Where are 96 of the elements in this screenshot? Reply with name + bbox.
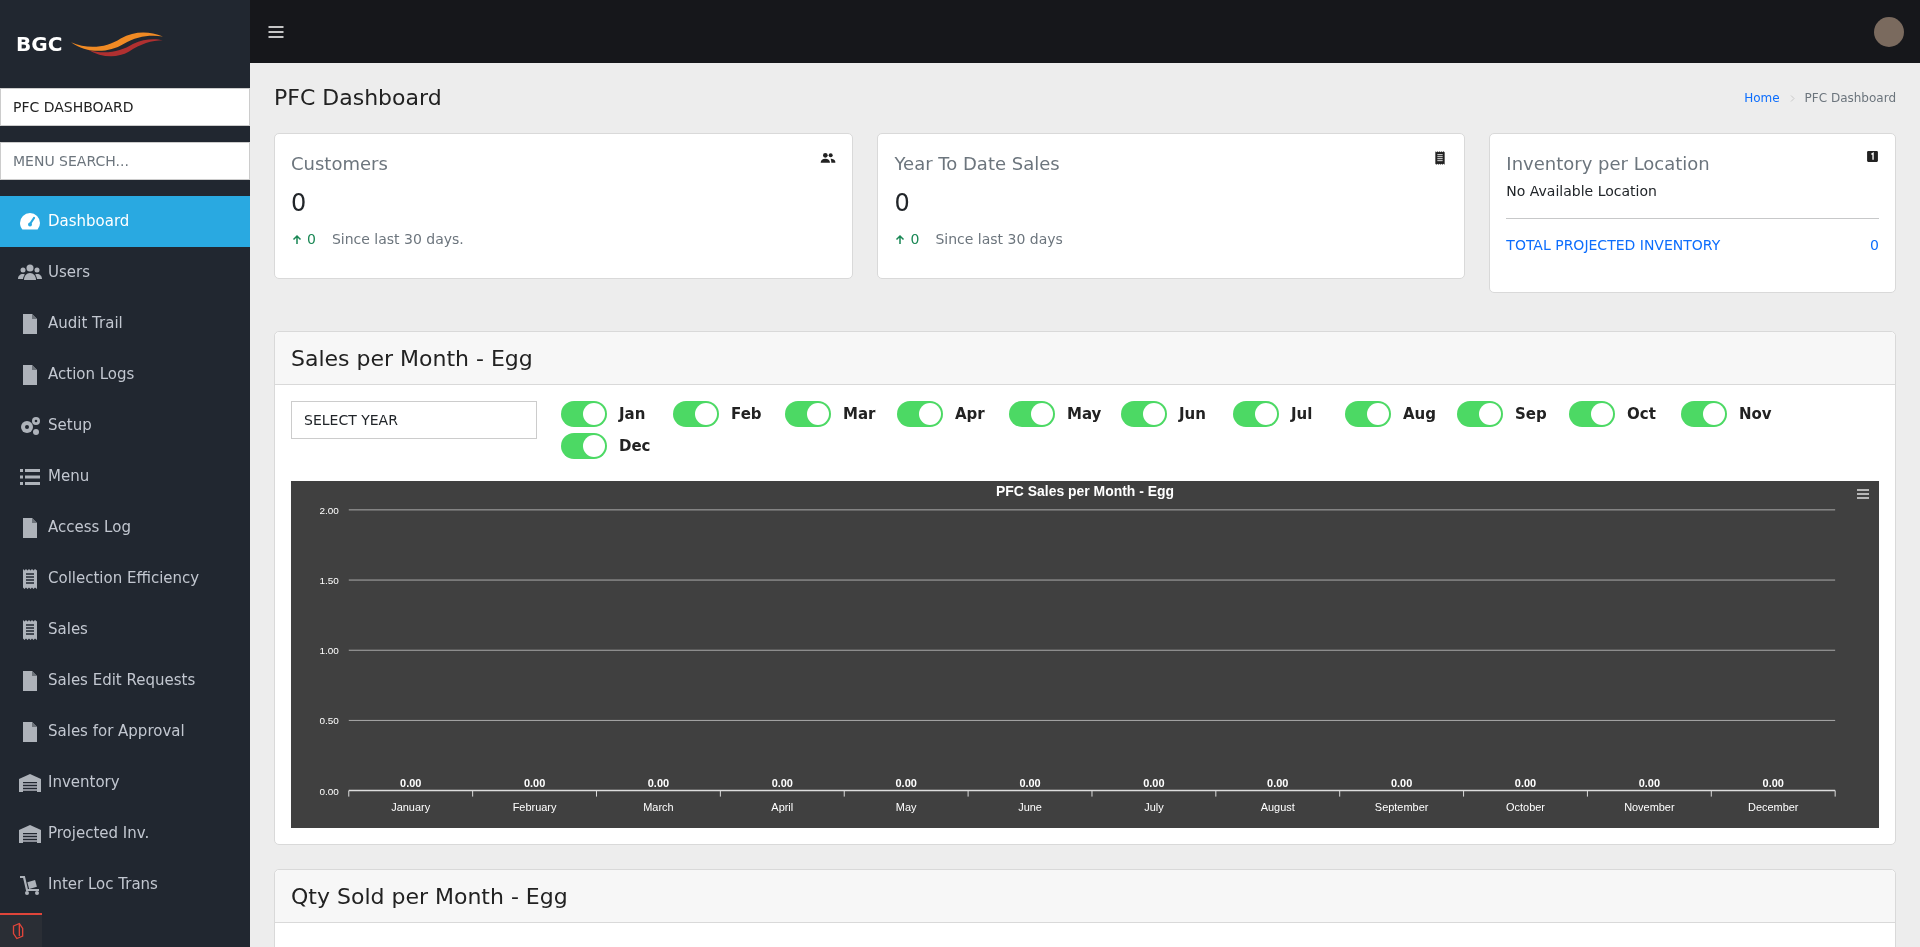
chart-title: PFC Sales per Month - Egg [996,482,1174,499]
month-toggle[interactable] [561,401,607,427]
numbered-square-icon [1866,150,1879,163]
month-toggle[interactable] [1009,401,1055,427]
month-toggle[interactable] [673,401,719,427]
panel-title: Qty Sold per Month - Egg [275,870,1895,924]
total-inventory-value: 0 [1870,236,1879,255]
toggle-label: Nov [1739,403,1773,425]
y-tick-label: 0.00 [319,785,339,797]
dashboard-field[interactable]: PFC DASHBOARD [0,88,250,126]
toggle-label: Apr [955,403,986,425]
card-title: Year To Date Sales [894,152,1060,176]
x-axis-label: April [771,800,794,813]
sidebar-item[interactable]: Sales for Approval [0,706,250,757]
data-label: 0.00 [771,776,793,789]
data-label: 0.00 [647,776,670,789]
x-axis-label: September [1374,800,1429,813]
total-inventory-link[interactable]: TOTAL PROJECTED INVENTORY [1506,235,1721,256]
chart-menu-button[interactable] [1855,486,1871,502]
year-select[interactable]: SELECT YEAR [291,401,537,439]
sidebar-item[interactable]: Access Log [0,502,250,553]
toggle-label: Jan [619,403,647,425]
sidebar-item[interactable]: Action Logs [0,349,250,400]
x-axis-label: July [1144,800,1164,813]
menu-icon [1855,486,1871,502]
stat-value: 0 [291,188,308,219]
month-toggle[interactable] [1569,401,1615,427]
x-axis-label: May [895,800,917,813]
sidebar-item[interactable]: Collection Efficiency [0,553,250,604]
y-tick-label: 1.50 [319,575,339,587]
data-label: 0.00 [1391,776,1413,789]
toggle-label: Feb [731,403,763,425]
toggle-label: Aug [1403,403,1438,425]
empty-message: No Available Location [1506,182,1658,201]
sidebar-item[interactable]: Inter Loc Trans [0,859,250,910]
x-axis-label: October [1506,800,1545,813]
stat-value: 0 [894,188,911,219]
x-axis-label: January [391,800,431,813]
x-axis-label: February [512,800,557,813]
sidebar-item[interactable]: Projected Inv. [0,808,250,859]
change-value: 0 [307,230,316,249]
card-title: Customers [291,152,388,176]
x-axis-label: November [1624,800,1675,813]
arrow-up-icon [291,233,303,246]
data-label: 0.00 [1638,776,1660,789]
y-tick-label: 1.00 [319,645,339,657]
sidebar-item[interactable]: Inventory [0,757,250,808]
breadcrumb-link[interactable]: Home [1744,89,1780,107]
toggle-label: Jun [1179,403,1207,425]
arrow-up-icon [894,233,907,246]
toggle-label: Jul [1291,403,1314,425]
month-toggle[interactable] [897,401,943,427]
sidebar-item[interactable]: Setup [0,400,250,451]
x-axis-label: December [1748,800,1799,813]
avatar[interactable] [1874,16,1904,47]
data-label: 0.00 [1514,776,1537,789]
sidebar-item[interactable]: Audit Trail [0,298,250,349]
sidebar-item[interactable]: Sales Edit Requests [0,655,250,706]
data-label: 0.00 [1267,776,1289,789]
data-label: 0.00 [1762,776,1784,789]
panel-title: Sales per Month - Egg [275,332,1895,385]
month-toggle[interactable] [1233,401,1279,427]
month-toggle[interactable] [1457,401,1503,427]
data-label: 0.00 [1019,776,1041,789]
month-toggle[interactable] [785,401,831,427]
month-toggle[interactable] [1345,401,1391,427]
sidebar-item[interactable]: Menu [0,451,250,502]
month-toggle[interactable] [1121,401,1167,427]
month-toggle[interactable] [1681,401,1727,427]
change-value: 0 [910,230,920,249]
toggle-label: May [1067,403,1103,425]
toggle-label: Oct [1627,403,1657,425]
sidebar-item[interactable]: Sales [0,604,250,655]
menu-search-field[interactable]: MENU SEARCH... [0,142,250,180]
x-axis-label: August [1260,800,1295,813]
change-note: Since last 30 days. [331,230,464,249]
x-axis-label: March [643,800,674,813]
y-tick-label: 0.50 [319,715,339,727]
debug-bar-tab[interactable] [0,913,42,947]
y-tick-label: 2.00 [319,504,339,516]
data-label: 0.00 [523,776,546,789]
change-note: Since last 30 days [935,230,1063,249]
data-label: 0.00 [1143,776,1165,789]
page-title: PFC Dashboard [274,84,442,112]
toggle-label: Dec [619,435,652,457]
month-toggle[interactable] [561,433,607,459]
toggle-label: Mar [843,403,877,425]
people-icon [820,150,837,166]
x-axis-label: June [1018,800,1042,813]
toggle-label: Sep [1515,403,1548,425]
breadcrumb-current: PFC Dashboard [1804,90,1896,107]
card-title: Inventory per Location [1506,152,1710,176]
data-label: 0.00 [400,776,422,789]
sidebar-item[interactable]: Users [0,247,250,298]
data-label: 0.00 [895,776,917,789]
brand-name: BGC [16,31,63,58]
